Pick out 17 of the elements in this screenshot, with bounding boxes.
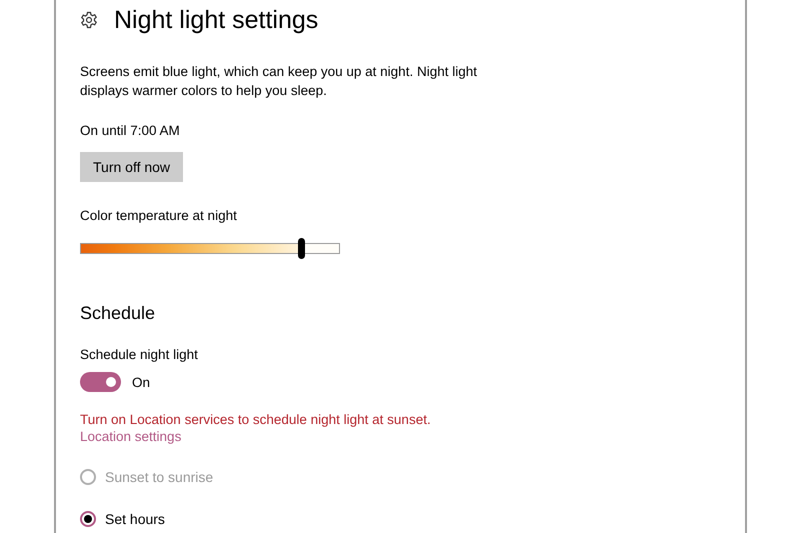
toggle-label: Schedule night light bbox=[80, 346, 199, 364]
location-settings-link[interactable]: Location settings bbox=[80, 429, 182, 444]
settings-icon bbox=[80, 11, 98, 29]
warning-text: Turn on Location services to schedule night light at sunset. bbox=[80, 411, 432, 429]
description: Screens emit blue light, which can keep you up at night. Night light displays warmer colors to help you sleep. bbox=[80, 63, 478, 100]
status-text: On until 7:00 AM bbox=[80, 122, 181, 140]
section-heading: Schedule bbox=[80, 303, 156, 324]
slider-label: Color temperature at night bbox=[80, 207, 238, 225]
turn-off-button[interactable]: Turn off now bbox=[80, 152, 184, 182]
toggle-state: On bbox=[132, 374, 150, 392]
toggle-switch[interactable] bbox=[80, 372, 121, 392]
radio-button[interactable] bbox=[80, 511, 96, 527]
radio-label: Set hours bbox=[105, 511, 165, 527]
slider-thumb[interactable] bbox=[298, 238, 305, 259]
radio-label: Sunset to sunrise bbox=[105, 469, 214, 485]
color-temperature-slider[interactable] bbox=[80, 238, 340, 259]
page-title: Night light settings bbox=[114, 6, 318, 34]
